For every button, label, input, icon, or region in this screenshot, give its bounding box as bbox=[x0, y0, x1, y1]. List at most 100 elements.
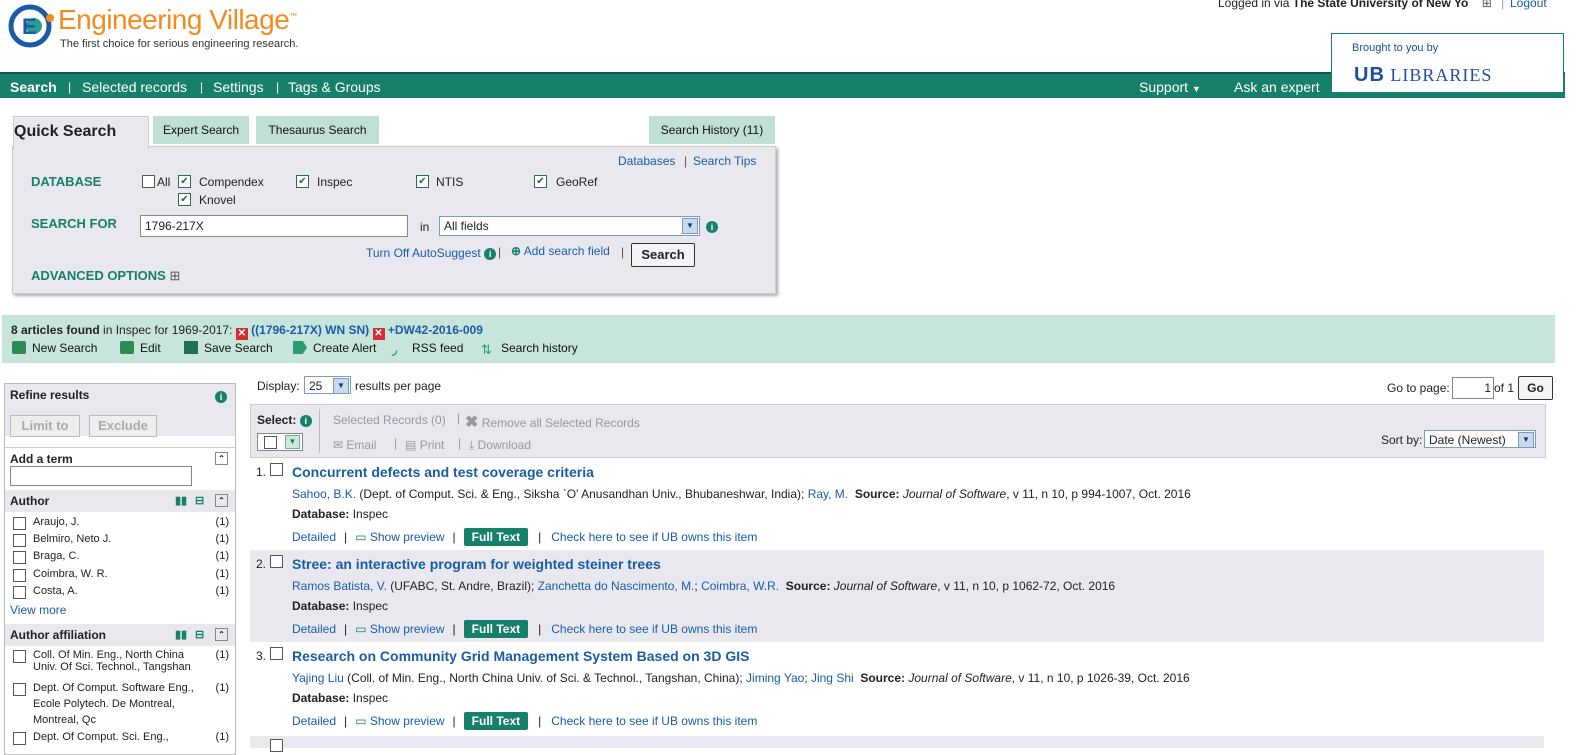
tab-quick-search[interactable]: Quick Search bbox=[13, 116, 149, 149]
add-search-field-link[interactable]: ⊕ Add search field bbox=[511, 244, 610, 258]
brand-name[interactable]: Engineering Village™ bbox=[58, 4, 297, 36]
tab-search-history[interactable]: Search History (11) bbox=[649, 116, 775, 144]
author-link[interactable]: Sahoo, B.K. bbox=[292, 487, 356, 501]
author-link[interactable]: Coimbra, W.R. bbox=[701, 579, 779, 593]
collapse-icon[interactable]: ⌃ bbox=[215, 452, 228, 465]
result-checkbox[interactable] bbox=[270, 463, 283, 476]
remove-all-selected-button[interactable]: ✖ Remove all Selected Records bbox=[465, 412, 640, 432]
info-icon[interactable]: i bbox=[215, 391, 227, 403]
show-preview-link[interactable]: ▭ Show preview bbox=[355, 714, 444, 728]
full-text-button[interactable]: Full Text bbox=[463, 712, 529, 730]
db-all-checkbox[interactable] bbox=[142, 175, 155, 188]
tab-expert-search[interactable]: Expert Search bbox=[153, 116, 249, 144]
bar-chart-icon[interactable]: ▮▮ bbox=[175, 628, 187, 641]
affiliation-facet-item[interactable]: Coll. Of Min. Eng., North China Univ. Of … bbox=[11, 649, 229, 681]
detailed-link[interactable]: Detailed bbox=[292, 714, 336, 728]
info-icon[interactable]: i bbox=[706, 221, 718, 233]
detailed-link[interactable]: Detailed bbox=[292, 622, 336, 636]
download-button[interactable]: ⤓ Download bbox=[469, 438, 531, 453]
facet-checkbox[interactable] bbox=[13, 569, 26, 582]
search-input[interactable]: 1796-217X bbox=[140, 215, 408, 237]
rss-feed-button[interactable]: ◞ RSS feed bbox=[392, 341, 463, 356]
db-ntis-checkbox[interactable]: ✔ bbox=[416, 175, 429, 188]
detailed-link[interactable]: Detailed bbox=[292, 530, 336, 544]
check-ub-link[interactable]: Check here to see if UB owns this item bbox=[551, 714, 757, 728]
go-button[interactable]: Go bbox=[1518, 376, 1553, 400]
author-link[interactable]: Jing Shi bbox=[811, 671, 854, 685]
author-link[interactable]: Jiming Yao bbox=[746, 671, 804, 685]
full-text-button[interactable]: Full Text bbox=[463, 528, 529, 546]
facet-checkbox[interactable] bbox=[13, 586, 26, 599]
view-more-authors-link[interactable]: View more bbox=[10, 603, 66, 617]
nav-support[interactable]: Support ▼ bbox=[1139, 79, 1201, 95]
author-link[interactable]: Ramos Batista, V. bbox=[292, 579, 387, 593]
nav-tags-groups[interactable]: Tags & Groups bbox=[288, 79, 381, 95]
print-button[interactable]: ▤ Print bbox=[405, 438, 444, 452]
facet-checkbox[interactable] bbox=[13, 732, 26, 745]
advanced-options-toggle[interactable]: ADVANCED OPTIONS ⊞ bbox=[31, 268, 180, 284]
new-search-button[interactable]: New Search bbox=[12, 341, 97, 355]
info-icon[interactable]: i bbox=[299, 415, 312, 427]
search-history-button[interactable]: ⇅ Search history bbox=[481, 341, 578, 356]
remove-term-icon[interactable]: ✕ bbox=[235, 328, 248, 340]
selected-records-link[interactable]: Selected Records (0) bbox=[333, 413, 446, 427]
author-link[interactable]: Yajing Liu bbox=[292, 671, 344, 685]
facet-checkbox[interactable] bbox=[13, 517, 26, 530]
facet-checkbox[interactable] bbox=[13, 683, 26, 696]
result-checkbox[interactable] bbox=[270, 739, 283, 752]
edit-search-button[interactable]: Edit bbox=[120, 341, 161, 355]
save-search-button[interactable]: Save Search bbox=[184, 341, 273, 355]
result-title-link[interactable]: Stree: an interactive program for weight… bbox=[292, 556, 661, 572]
limit-to-button[interactable]: Limit to bbox=[10, 415, 80, 437]
exclude-button[interactable]: Exclude bbox=[89, 415, 157, 437]
search-button[interactable]: Search bbox=[631, 243, 695, 267]
tab-thesaurus-search[interactable]: Thesaurus Search bbox=[256, 116, 379, 144]
email-button[interactable]: ✉ Email bbox=[333, 438, 376, 452]
facet-checkbox[interactable] bbox=[13, 534, 26, 547]
search-tips-link[interactable]: Search Tips bbox=[693, 154, 756, 168]
remove-term-icon[interactable]: ✕ bbox=[372, 328, 385, 340]
facet-checkbox[interactable] bbox=[13, 551, 26, 564]
check-ub-link[interactable]: Check here to see if UB owns this item bbox=[551, 622, 757, 636]
result-checkbox[interactable] bbox=[270, 647, 283, 660]
show-preview-link[interactable]: ▭ Show preview bbox=[355, 530, 444, 544]
author-link[interactable]: Ray, M. bbox=[808, 487, 848, 501]
show-preview-link[interactable]: ▭ Show preview bbox=[355, 622, 444, 636]
collapse-icon[interactable]: ⌃ bbox=[215, 494, 228, 507]
result-title-link[interactable]: Concurrent defects and test coverage cri… bbox=[292, 464, 594, 480]
db-georef-checkbox[interactable]: ✔ bbox=[534, 175, 547, 188]
library-branding[interactable]: Brought to you by UB LIBRARIES bbox=[1331, 33, 1564, 93]
sort-select[interactable]: Date (Newest) ▼ bbox=[1424, 430, 1536, 448]
full-text-button[interactable]: Full Text bbox=[463, 620, 529, 638]
quick-search-panel: Databases | Search Tips DATABASE All ✔ C… bbox=[12, 146, 776, 294]
search-term-1[interactable]: ((1796-217X) WN SN) bbox=[251, 323, 369, 337]
collapse-icon[interactable]: ⌃ bbox=[215, 628, 228, 641]
autosuggest-toggle[interactable]: Turn Off AutoSuggest i bbox=[366, 246, 497, 260]
bar-chart-icon[interactable]: ▮▮ bbox=[175, 494, 187, 507]
export-icon[interactable]: ⊟ bbox=[195, 494, 204, 507]
author-link[interactable]: Zanchetta do Nascimento, M. bbox=[538, 579, 695, 593]
nav-settings[interactable]: Settings bbox=[213, 79, 264, 95]
result-checkbox[interactable] bbox=[270, 555, 283, 568]
select-all-checkbox[interactable] bbox=[264, 436, 277, 449]
db-inspec-checkbox[interactable]: ✔ bbox=[296, 175, 309, 188]
result-title-link[interactable]: Research on Community Grid Management Sy… bbox=[292, 648, 749, 664]
results-per-page-select[interactable]: 25 ▼ bbox=[304, 376, 351, 394]
logout-link[interactable]: Logout bbox=[1510, 0, 1547, 10]
nav-selected-records[interactable]: Selected records bbox=[82, 79, 187, 95]
db-compendex-checkbox[interactable]: ✔ bbox=[178, 175, 191, 188]
db-knovel-checkbox[interactable]: ✔ bbox=[178, 193, 191, 206]
select-all-dropdown[interactable]: ▼ bbox=[257, 433, 303, 451]
databases-link[interactable]: Databases bbox=[618, 154, 675, 168]
check-ub-link[interactable]: Check here to see if UB owns this item bbox=[551, 530, 757, 544]
nav-ask-expert[interactable]: Ask an expert bbox=[1234, 79, 1320, 95]
search-field-select[interactable]: All fields ▼ bbox=[439, 216, 700, 236]
create-alert-button[interactable]: Create Alert bbox=[293, 341, 376, 355]
nav-search[interactable]: Search bbox=[10, 79, 57, 95]
affiliation-facet-item[interactable]: Dept. Of Comput. Software Eng., Ecole Pol… bbox=[11, 682, 229, 730]
search-term-2[interactable]: +DW42-2016-009 bbox=[388, 323, 483, 337]
export-icon[interactable]: ⊟ bbox=[195, 628, 204, 641]
page-number-input[interactable]: 1 bbox=[1452, 377, 1494, 399]
add-term-input[interactable] bbox=[10, 466, 192, 486]
facet-checkbox[interactable] bbox=[13, 650, 26, 663]
